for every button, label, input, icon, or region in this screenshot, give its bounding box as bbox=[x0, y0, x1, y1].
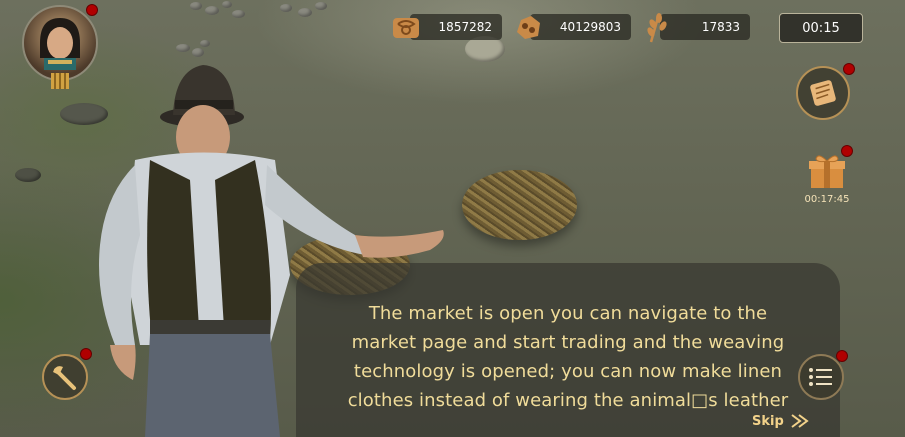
wheat-icon bbox=[647, 13, 667, 43]
list-menu-icon bbox=[809, 368, 832, 386]
game-timer: 00:15 bbox=[779, 13, 863, 43]
scroll-icon bbox=[810, 80, 836, 106]
resource-ore: 40129803 bbox=[530, 14, 631, 40]
tool-notification-dot bbox=[80, 348, 92, 360]
double-chevron-right-icon bbox=[791, 414, 809, 428]
skip-button[interactable]: Skip bbox=[752, 413, 810, 429]
gift-box-icon[interactable] bbox=[806, 150, 848, 192]
quest-scroll-button[interactable] bbox=[796, 66, 850, 120]
gift-notification-dot bbox=[841, 145, 853, 157]
straw-nest[interactable] bbox=[462, 170, 577, 240]
player-avatar-button[interactable] bbox=[22, 5, 98, 81]
game-timer-value: 00:15 bbox=[802, 20, 840, 36]
avatar-rank-badge bbox=[51, 73, 69, 89]
resource-wheat-value: 17833 bbox=[701, 20, 740, 34]
axe-tool-icon bbox=[53, 366, 76, 390]
menu-notification-dot bbox=[836, 350, 848, 362]
dialog-line: market page and start trading and the we… bbox=[351, 332, 785, 353]
tutorial-dialog-text: The market is open you can navigate to t… bbox=[296, 299, 840, 415]
scroll-papyrus-icon bbox=[393, 18, 419, 38]
resource-wheat: 17833 bbox=[660, 14, 750, 40]
avatar-notification-dot bbox=[86, 4, 98, 16]
resource-papyrus-value: 1857282 bbox=[438, 20, 492, 34]
dialog-line: The market is open you can navigate to t… bbox=[368, 303, 768, 324]
ore-nugget-icon bbox=[517, 16, 540, 39]
resource-papyrus: 1857282 bbox=[410, 14, 502, 40]
skip-label: Skip bbox=[752, 413, 784, 429]
menu-list-button[interactable] bbox=[798, 354, 844, 400]
avatar-portrait-icon bbox=[40, 18, 80, 70]
resource-ore-value: 40129803 bbox=[559, 20, 621, 34]
dialog-line: clothes instead of wearing the animal□s … bbox=[347, 390, 789, 411]
gift-countdown: 00:17:45 bbox=[804, 194, 850, 205]
quest-notification-dot bbox=[843, 63, 855, 75]
build-tool-button[interactable] bbox=[42, 354, 88, 400]
dialog-line: technology is opened; you can now make l… bbox=[353, 361, 783, 382]
